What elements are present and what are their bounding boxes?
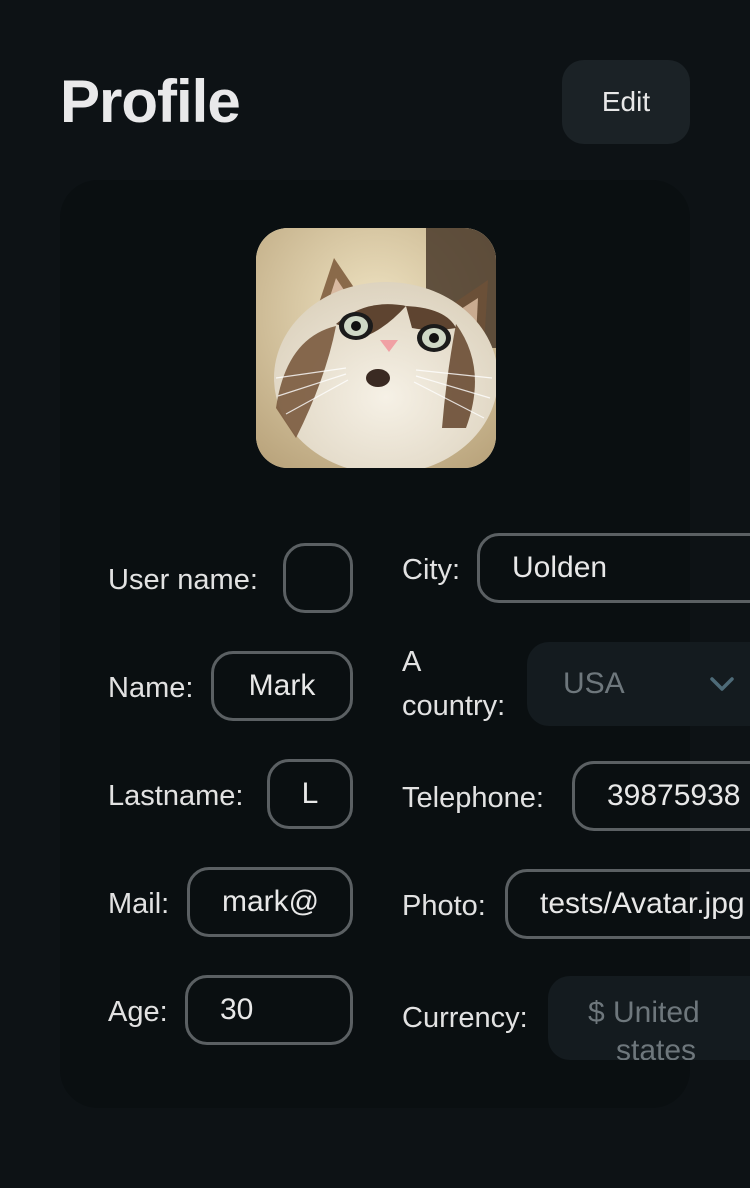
user-name-field[interactable] xyxy=(283,543,353,613)
age-label: Age: xyxy=(108,996,168,1028)
country-label-line1: A xyxy=(402,646,422,678)
avatar xyxy=(256,228,496,468)
city-label: City: xyxy=(402,554,460,586)
telephone-label: Telephone: xyxy=(402,782,544,814)
name-label: Name: xyxy=(108,672,194,704)
profile-page: Profile Edit User name: Name: Mark Lastn… xyxy=(0,0,750,1188)
mail-field[interactable]: mark@ xyxy=(187,867,353,937)
photo-label: Photo: xyxy=(402,890,486,922)
age-field[interactable]: 30 xyxy=(185,975,353,1045)
country-label-line2: country: xyxy=(402,690,506,722)
currency-label: Currency: xyxy=(402,1002,528,1034)
currency-select-value-line2: states xyxy=(616,1034,697,1060)
edit-button[interactable]: Edit xyxy=(562,60,690,144)
telephone-field[interactable]: 39875938 xyxy=(572,761,750,831)
lastname-field[interactable]: L xyxy=(267,759,353,829)
currency-select[interactable]: $ United states xyxy=(548,976,750,1060)
page-title: Profile xyxy=(60,68,241,135)
lastname-label: Lastname: xyxy=(108,780,244,812)
country-select-value: USA xyxy=(563,667,625,700)
cat-photo-icon xyxy=(256,228,496,468)
mail-label: Mail: xyxy=(108,888,170,920)
chevron-down-icon xyxy=(710,677,734,691)
city-field[interactable]: Uolden xyxy=(477,533,750,603)
user-name-label: User name: xyxy=(108,564,258,596)
currency-select-value-line1: $ United xyxy=(588,996,700,1029)
photo-field[interactable]: tests/Avatar.jpg xyxy=(505,869,750,939)
name-field[interactable]: Mark xyxy=(211,651,353,721)
